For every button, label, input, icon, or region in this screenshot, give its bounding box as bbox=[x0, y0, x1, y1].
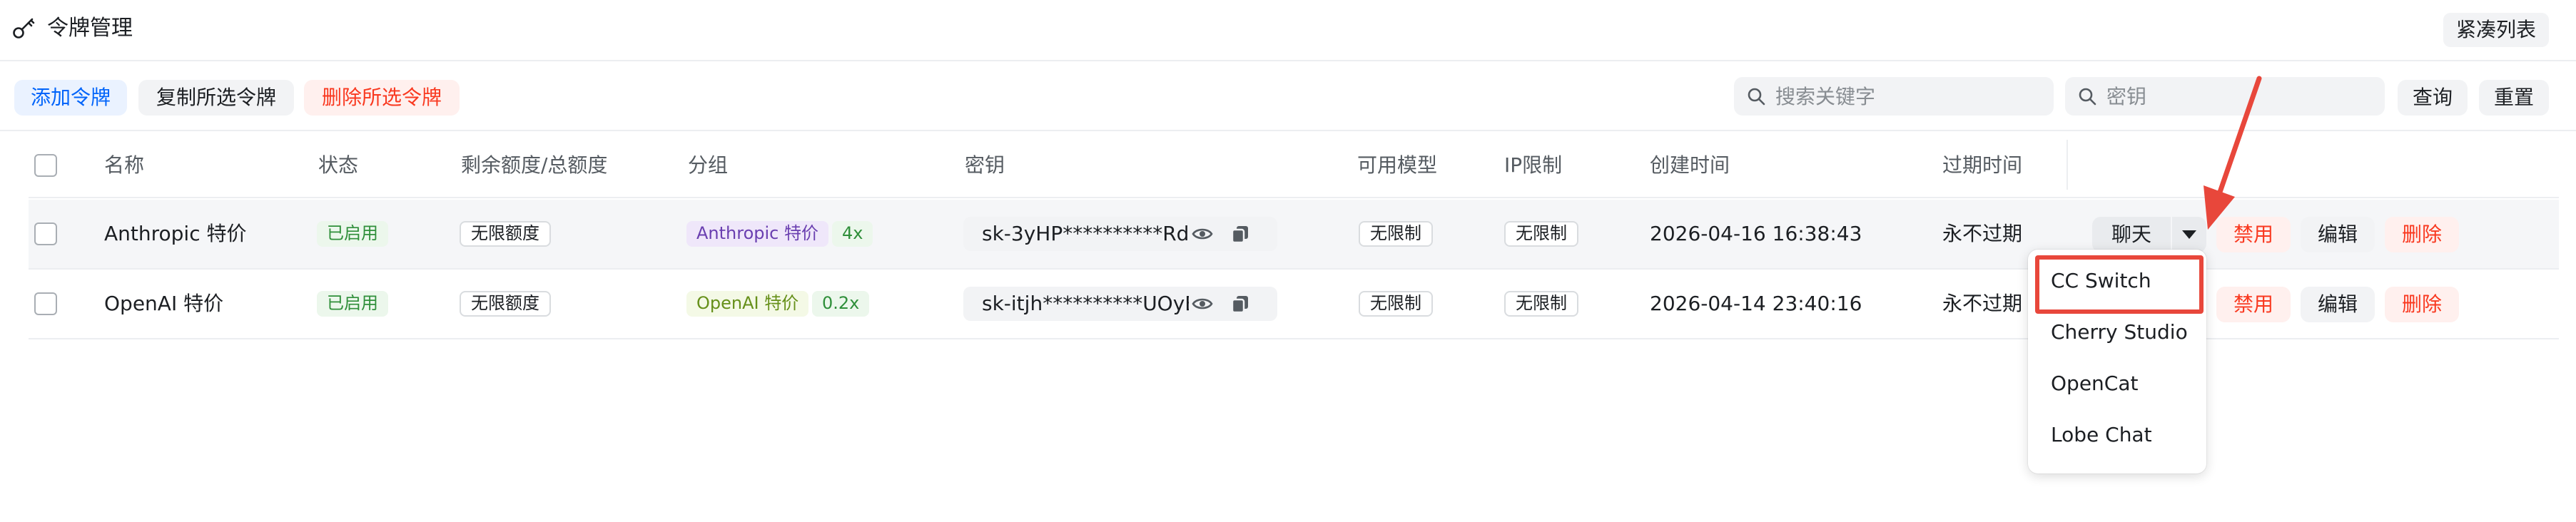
search-icon bbox=[1748, 88, 1765, 106]
edit-button[interactable]: 编辑 bbox=[2301, 287, 2375, 322]
models-badge: 无限制 bbox=[1359, 291, 1433, 317]
select-all-checkbox[interactable] bbox=[34, 154, 57, 177]
key-icon bbox=[13, 18, 35, 39]
ip-limit-badge: 无限制 bbox=[1504, 291, 1578, 317]
column-header-key: 密钥 bbox=[965, 153, 1005, 177]
column-divider bbox=[2067, 140, 2068, 190]
key-field: sk-3yHP**********Rd bbox=[963, 217, 1277, 251]
ratio-badge: 4x bbox=[832, 221, 873, 247]
models-badge: 无限制 bbox=[1359, 221, 1433, 247]
delete-button[interactable]: 删除 bbox=[2385, 217, 2459, 252]
status-badge: 已启用 bbox=[317, 221, 388, 247]
copy-selected-button[interactable]: 复制所选令牌 bbox=[138, 80, 294, 116]
page-header: 令牌管理 紧凑列表 bbox=[0, 0, 2576, 61]
column-header-status: 状态 bbox=[318, 153, 359, 177]
eye-icon[interactable] bbox=[1192, 295, 1213, 312]
column-header-created: 创建时间 bbox=[1650, 153, 1730, 177]
delete-button[interactable]: 删除 bbox=[2385, 287, 2459, 322]
menu-item-cherry-studio[interactable]: Cherry Studio bbox=[2028, 307, 2206, 358]
expire-time: 永不过期 bbox=[1942, 292, 2023, 315]
quota-badge: 无限额度 bbox=[460, 221, 551, 247]
column-header-expires: 过期时间 bbox=[1942, 153, 2023, 177]
page-title: 令牌管理 bbox=[47, 16, 133, 41]
query-button[interactable]: 查询 bbox=[2398, 80, 2468, 116]
menu-item-lobe-chat[interactable]: Lobe Chat bbox=[2028, 409, 2206, 461]
disable-button[interactable]: 禁用 bbox=[2216, 287, 2291, 322]
token-name: OpenAI 特价 bbox=[104, 292, 224, 315]
column-header-models: 可用模型 bbox=[1357, 153, 1438, 177]
chat-button[interactable]: 聊天 bbox=[2092, 217, 2171, 252]
group-badge: Anthropic 特价 bbox=[686, 221, 828, 247]
row-checkbox[interactable] bbox=[34, 222, 57, 245]
annotation-highlight-box bbox=[2035, 255, 2204, 314]
group-badge: OpenAI 特价 bbox=[686, 291, 809, 317]
search-icon bbox=[2079, 88, 2096, 106]
column-header-name: 名称 bbox=[104, 153, 145, 177]
key-field: sk-itjh**********UOyE bbox=[963, 287, 1277, 321]
created-time: 2026-04-16 16:38:43 bbox=[1650, 222, 1862, 245]
ratio-badge: 0.2x bbox=[812, 291, 870, 317]
delete-selected-button[interactable]: 删除所选令牌 bbox=[304, 80, 460, 116]
ip-limit-badge: 无限制 bbox=[1504, 221, 1578, 247]
edit-button[interactable]: 编辑 bbox=[2301, 217, 2375, 252]
eye-icon[interactable] bbox=[1192, 225, 1213, 242]
annotation-arrow bbox=[2204, 76, 2262, 230]
keyword-search-field[interactable] bbox=[1734, 77, 2054, 116]
column-header-group: 分组 bbox=[688, 153, 729, 177]
menu-item-opencat[interactable]: OpenCat bbox=[2028, 358, 2206, 409]
copy-icon[interactable] bbox=[1230, 294, 1250, 314]
table-header: 名称 状态 剩余额度/总额度 分组 密钥 可用模型 IP限制 创建时间 过期时间 bbox=[29, 133, 2559, 198]
quota-badge: 无限额度 bbox=[460, 291, 551, 317]
column-header-ip-limit: IP限制 bbox=[1504, 153, 1563, 177]
token-name: Anthropic 特价 bbox=[104, 222, 247, 245]
keyword-search-input[interactable] bbox=[1775, 77, 2039, 116]
expire-time: 永不过期 bbox=[1942, 222, 2023, 245]
row-checkbox[interactable] bbox=[34, 292, 57, 315]
token-key: sk-3yHP**********Rd bbox=[982, 222, 1189, 245]
status-badge: 已启用 bbox=[317, 291, 388, 317]
copy-icon[interactable] bbox=[1230, 224, 1250, 244]
column-header-quota: 剩余额度/总额度 bbox=[461, 153, 608, 177]
compact-list-button[interactable]: 紧凑列表 bbox=[2443, 13, 2549, 47]
reset-button[interactable]: 重置 bbox=[2479, 80, 2549, 116]
add-token-button[interactable]: 添加令牌 bbox=[14, 80, 127, 116]
token-key: sk-itjh**********UOyE bbox=[982, 292, 1189, 315]
created-time: 2026-04-14 23:40:16 bbox=[1650, 292, 1862, 315]
